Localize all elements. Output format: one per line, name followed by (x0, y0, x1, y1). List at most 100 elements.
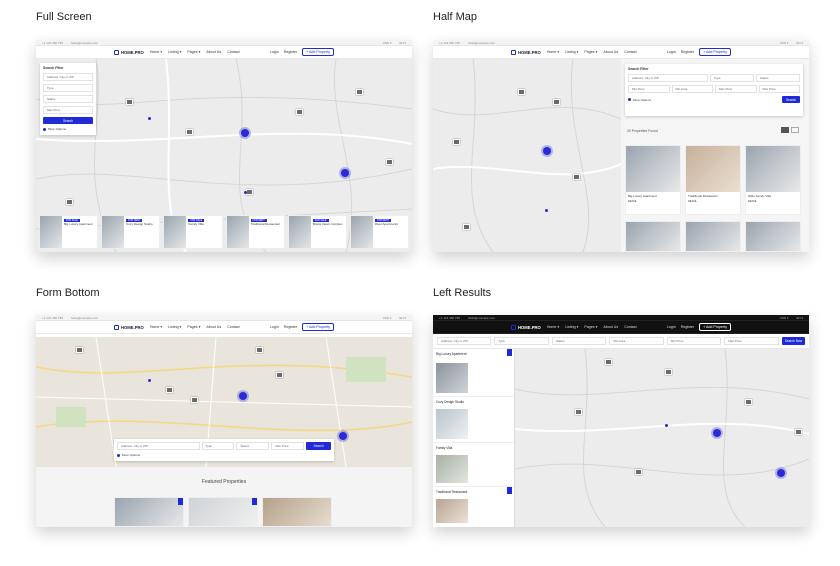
property-card[interactable] (262, 497, 332, 527)
nav-contact[interactable]: Contact (227, 50, 239, 54)
grid-view-icon[interactable] (781, 127, 789, 133)
bookmark-icon[interactable] (507, 487, 512, 494)
type-select[interactable]: Type (710, 74, 754, 82)
detail-link[interactable]: DETAIL (746, 200, 800, 203)
max-price-select[interactable]: Max Price (271, 442, 305, 450)
nav-home[interactable]: Home ▾ (150, 50, 162, 54)
map-cluster-marker[interactable] (241, 129, 249, 137)
more-options-toggle[interactable]: More Options (43, 127, 93, 131)
map-cluster-marker[interactable] (713, 429, 721, 437)
list-item[interactable]: Family Villa (433, 443, 514, 487)
map-pin[interactable] (296, 109, 303, 115)
list-item[interactable]: Cozy Design Studio (433, 397, 514, 443)
list-item[interactable]: Traditional Restaurant (433, 487, 514, 527)
map-dot-marker[interactable] (148, 117, 151, 120)
property-card[interactable]: FOR SALE Bristol Views Complex (287, 215, 347, 249)
map-pin[interactable] (635, 469, 642, 475)
min-price-select[interactable]: Min Price (628, 85, 670, 93)
map-dot-marker[interactable] (148, 379, 151, 382)
detail-link[interactable]: DETAIL (626, 200, 680, 203)
map[interactable]: Search Filter Address, City or ZIP Type … (36, 59, 412, 252)
map-pin[interactable] (186, 129, 193, 135)
address-input[interactable]: Address, City or ZIP (628, 74, 708, 82)
language-select[interactable]: EN ▾ (399, 41, 406, 45)
property-card[interactable] (188, 497, 258, 527)
type-select[interactable]: Type (494, 337, 549, 345)
map-dot-marker[interactable] (545, 209, 548, 212)
map-pin[interactable] (276, 372, 283, 378)
list-view-icon[interactable] (791, 127, 799, 133)
bookmark-icon[interactable] (507, 349, 512, 356)
property-card[interactable]: FOR RENT River Apartments (349, 215, 410, 249)
max-price-select[interactable]: Max Price (724, 337, 779, 345)
type-select[interactable]: Type (43, 84, 93, 92)
map-pin[interactable] (553, 99, 560, 105)
property-card[interactable]: FOR SALE Family Villa (163, 215, 223, 249)
bookmark-icon[interactable] (178, 498, 183, 505)
more-options-toggle[interactable]: More Options (117, 453, 331, 457)
nav-listing[interactable]: Listing ▾ (168, 50, 181, 54)
map[interactable] (515, 349, 809, 527)
map-cluster-marker[interactable] (341, 169, 349, 177)
search-button[interactable]: Search (782, 96, 800, 103)
map-pin[interactable] (66, 199, 73, 205)
property-card[interactable] (114, 497, 184, 527)
map-cluster-marker[interactable] (239, 392, 247, 400)
logo[interactable]: HOME.PRO (511, 324, 541, 330)
map-dot-marker[interactable] (244, 191, 247, 194)
map-cluster-marker[interactable] (543, 147, 551, 155)
map-pin[interactable] (126, 99, 133, 105)
min-area-select[interactable]: Min Area (609, 337, 664, 345)
map-pin[interactable] (518, 89, 525, 95)
map-pin[interactable] (386, 159, 393, 165)
map-pin[interactable] (605, 359, 612, 365)
add-property-button[interactable]: + Add Property (302, 48, 334, 56)
map-pin[interactable] (356, 89, 363, 95)
type-select[interactable]: Type (201, 442, 235, 450)
status-select[interactable]: Status (551, 337, 607, 345)
login-link[interactable]: Login (270, 50, 279, 54)
map-pin[interactable] (795, 429, 802, 435)
map-pin[interactable] (745, 399, 752, 405)
status-select[interactable]: Status (236, 442, 270, 450)
logo[interactable]: HOME.PRO (114, 49, 144, 55)
search-button[interactable]: Search (43, 117, 93, 124)
status-select[interactable]: Status (756, 74, 800, 82)
property-card[interactable] (625, 221, 681, 252)
map-pin[interactable] (256, 347, 263, 353)
min-area-select[interactable]: Min Area (671, 85, 713, 93)
currency-select[interactable]: USD ▾ (383, 41, 392, 45)
property-card[interactable]: FOR RENT Traditional Restaurant (225, 215, 285, 249)
map-pin[interactable] (191, 397, 198, 403)
map-pin[interactable] (166, 387, 173, 393)
map-pin[interactable] (573, 174, 580, 180)
property-card[interactable]: Wide Family Villa DETAIL (745, 145, 801, 215)
map-cluster-marker[interactable] (339, 432, 347, 440)
max-price-select[interactable]: Max Price (758, 85, 800, 93)
register-link[interactable]: Register (284, 50, 297, 54)
property-card[interactable]: FOR SALE Big Luxury Apartment (39, 215, 99, 249)
property-card[interactable]: FOR RENT Cozy Design Studio (101, 215, 161, 249)
search-button[interactable]: Search (306, 442, 332, 450)
property-card[interactable]: Big Luxury Apartment DETAIL (625, 145, 681, 215)
address-input[interactable]: Address, City or ZIP (117, 442, 200, 450)
map-pin[interactable] (453, 139, 460, 145)
map-pin[interactable] (246, 189, 253, 195)
status-select[interactable]: Status (43, 95, 93, 103)
property-card[interactable] (685, 221, 741, 252)
map-cluster-marker[interactable] (777, 469, 785, 477)
property-card[interactable]: Traditional Restaurant DETAIL (685, 145, 741, 215)
map-pin[interactable] (76, 347, 83, 353)
max-price-select[interactable]: Max Price (715, 85, 757, 93)
max-price-select[interactable]: Max Price (43, 106, 93, 114)
map[interactable] (433, 59, 621, 252)
property-card[interactable] (745, 221, 801, 252)
map-pin[interactable] (575, 409, 582, 415)
min-price-select[interactable]: Min Price (666, 337, 722, 345)
more-options-toggle[interactable]: More Options (628, 98, 651, 102)
list-item[interactable]: Big Luxury Apartment (433, 349, 514, 397)
map-dot-marker[interactable] (665, 424, 668, 427)
logo[interactable]: HOME.PRO (114, 324, 144, 330)
nav-pages[interactable]: Pages ▾ (187, 50, 200, 54)
logo[interactable]: HOME.PRO (511, 49, 541, 55)
